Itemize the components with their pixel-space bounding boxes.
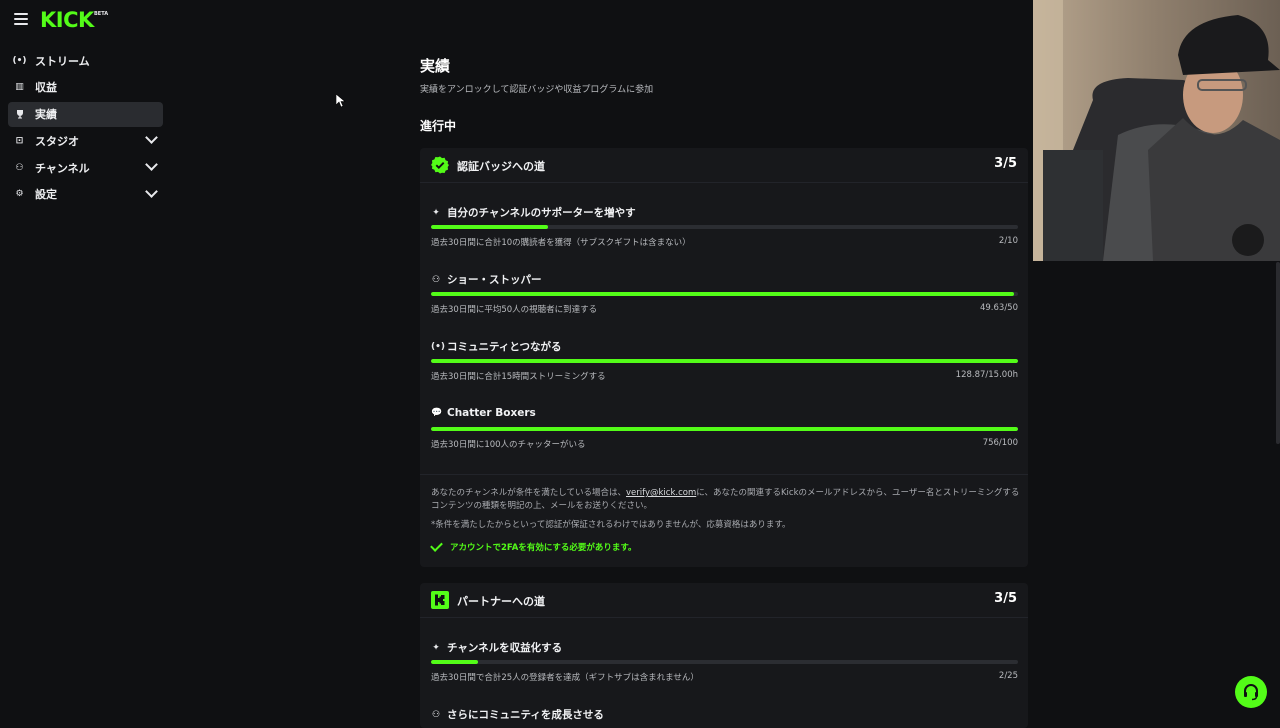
task-title: Chatter Boxers <box>447 407 536 419</box>
card-title: 認証バッジへの道 <box>457 160 545 173</box>
card-count: 3/5 <box>994 591 1017 606</box>
viewers-icon: ⚇ <box>431 709 441 720</box>
task-title: 自分のチャンネルのサポーターを増やす <box>447 207 636 219</box>
page-title: 実績 <box>420 57 451 75</box>
progress-bar <box>431 427 1018 431</box>
broadcast-icon: (•) <box>431 341 445 352</box>
chevron-down-icon[interactable] <box>145 158 158 172</box>
sidebar-item-label: 収益 <box>35 81 57 95</box>
progress-bar <box>431 660 1018 664</box>
note-text: あなたのチャンネルが条件を満たしている場合は、 <box>431 488 626 498</box>
webcam-overlay <box>1033 0 1280 261</box>
sidebar-item-label: 設定 <box>35 188 57 202</box>
sparkle-icon: ✦ <box>432 642 440 653</box>
revenue-icon: ▥ <box>15 82 24 93</box>
verified-badge-card: 認証バッジへの道 3/5 ✦ 自分のチャンネルのサポーターを増やす 過去30日間に… <box>420 148 1028 567</box>
task-description: 過去30日間に合計10の購読者を獲得（サブスクギフトは含まない） <box>431 238 691 248</box>
progress-fill <box>431 225 549 229</box>
sparkle-icon: ✦ <box>432 207 440 218</box>
requirement-2fa: アカウントで2FAを有効にする必要があります。 <box>430 539 637 553</box>
webcam-image <box>1033 0 1280 261</box>
sidebar-item-achievements[interactable]: 実績 <box>8 101 163 127</box>
task-value: 756/100 <box>982 438 1018 448</box>
scrollbar[interactable] <box>1276 262 1280 444</box>
task-value: 49.63/50 <box>979 303 1018 313</box>
progress-bar <box>431 292 1018 296</box>
sidebar-item-label: スタジオ <box>35 134 79 148</box>
verified-badge-icon <box>431 156 449 174</box>
gear-icon: ⚙ <box>15 189 24 200</box>
beta-badge: BETA <box>94 11 109 17</box>
chat-icon: 💬 <box>431 408 443 418</box>
task-title: ショー・ストッパー <box>447 274 542 286</box>
progress-bar <box>431 359 1018 363</box>
progress-fill <box>431 660 478 664</box>
task-description: 過去30日間で合計25人の登録者を達成（ギフトサブは含まれません） <box>431 673 699 683</box>
divider <box>420 474 1028 475</box>
task-description: 過去30日間に平均50人の視聴者に到達する <box>431 305 598 315</box>
viewers-icon: ⚇ <box>431 274 441 285</box>
task-value: 2/25 <box>998 671 1018 681</box>
progress-bar <box>431 225 1018 229</box>
sidebar-item-settings[interactable]: ⚙ 設定 <box>8 182 163 207</box>
sidebar-item-channel[interactable]: ⚇ チャンネル <box>8 155 163 180</box>
task-title: コミュニティとつながる <box>447 341 562 353</box>
headset-icon <box>1244 684 1258 701</box>
check-icon <box>430 539 443 552</box>
verification-note: あなたのチャンネルが条件を満たしている場合は、verify@kick.comに、… <box>431 487 1021 513</box>
channel-icon: ⚇ <box>15 162 24 173</box>
task-value: 128.87/15.00h <box>955 370 1018 380</box>
sidebar-item-studio[interactable]: ⊡ スタジオ <box>8 128 163 153</box>
progress-fill <box>431 292 1014 296</box>
task-title: チャンネルを収益化する <box>447 642 563 654</box>
task-description: 過去30日間に100人のチャッターがいる <box>431 440 586 450</box>
trophy-icon <box>14 109 25 120</box>
chevron-down-icon[interactable] <box>145 131 158 145</box>
disclaimer: *条件を満たしたからといって認証が保証されるわけではありませんが、応募資格はあり… <box>431 520 791 530</box>
card-title: パートナーへの道 <box>457 595 545 608</box>
sidebar: KICK BETA (•) ストリーム ▥ 収益 実績 ⊡ スタジオ ⚇ チャン… <box>0 0 170 720</box>
progress-fill <box>431 359 1018 363</box>
kick-logo[interactable]: KICK <box>40 7 94 33</box>
help-button[interactable] <box>1235 676 1267 708</box>
task-value: 2/10 <box>998 236 1018 246</box>
card-header[interactable]: 認証バッジへの道 3/5 <box>420 148 1028 183</box>
sidebar-nav: (•) ストリーム ▥ 収益 実績 ⊡ スタジオ ⚇ チャンネル ⚙ 設定 <box>8 48 163 209</box>
studio-icon: ⊡ <box>15 135 24 146</box>
card-count: 3/5 <box>994 156 1017 171</box>
sidebar-item-revenue[interactable]: ▥ 収益 <box>8 75 163 100</box>
sidebar-item-label: 実績 <box>35 108 57 122</box>
menu-icon[interactable] <box>14 13 28 25</box>
kick-logo-icon <box>431 591 449 609</box>
sidebar-header: KICK BETA <box>0 0 170 40</box>
sidebar-item-label: ストリーム <box>35 54 90 68</box>
task-description: 過去30日間に合計15時間ストリーミングする <box>431 372 606 382</box>
card-header[interactable]: パートナーへの道 3/5 <box>420 583 1028 618</box>
broadcast-icon: (•) <box>12 55 27 66</box>
progress-fill <box>431 427 1018 431</box>
page-subtitle: 実績をアンロックして認証バッジや収益プログラムに参加 <box>420 85 654 95</box>
verify-email-link[interactable]: verify@kick.com <box>626 488 696 498</box>
partner-card: パートナーへの道 3/5 ✦ チャンネルを収益化する 過去30日間で合計25人の登… <box>420 583 1028 728</box>
chevron-down-icon[interactable] <box>145 185 158 198</box>
sidebar-item-label: チャンネル <box>35 161 90 175</box>
section-in-progress: 進行中 <box>420 119 457 133</box>
requirement-text: アカウントで2FAを有効にする必要があります。 <box>450 543 637 553</box>
sidebar-item-stream[interactable]: (•) ストリーム <box>8 48 163 73</box>
